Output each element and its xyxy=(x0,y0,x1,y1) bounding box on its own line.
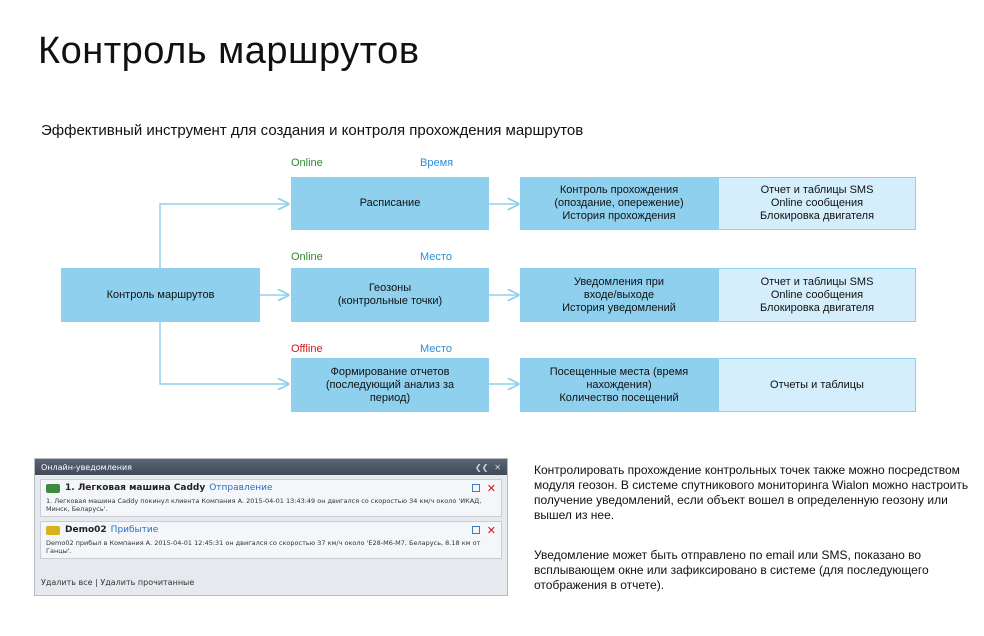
delete-icon[interactable]: ✕ xyxy=(487,483,496,494)
car-icon xyxy=(46,483,60,493)
row1-middle-label: Контроль прохождения (опоздание, опереже… xyxy=(554,184,684,222)
row1-right-box: Отчет и таблицы SMS Online сообщения Бло… xyxy=(718,177,916,230)
page-subtitle: Эффективный инструмент для создания и ко… xyxy=(41,122,584,139)
row1-kind-tag: Время xyxy=(420,157,454,169)
row2-box: Геозоны (контрольные точки) xyxy=(291,268,489,322)
row1-mode-tag: Online xyxy=(291,157,323,169)
row2-mode-tag: Online xyxy=(291,251,323,263)
row2-middle-label: Уведомления при входе/выходе История уве… xyxy=(562,275,676,314)
mark-read-icon[interactable] xyxy=(471,526,480,534)
row2-kind-tag: Место xyxy=(420,251,452,263)
row1-label: Расписание xyxy=(359,197,421,209)
notification-type[interactable]: Отправление xyxy=(209,483,272,493)
root-box: Контроль маршрутов xyxy=(61,268,260,322)
row3-right-label: Отчеты и таблицы xyxy=(770,378,864,391)
row3-right-box: Отчеты и таблицы xyxy=(718,358,916,412)
row3-middle-label: Посещенные места (время нахождения) Коли… xyxy=(549,365,689,404)
panel-footer-actions[interactable]: Удалить все | Удалить прочитанные xyxy=(41,578,194,587)
notification-item[interactable]: 1. Легковая машина Caddy Отправление ✕ 1… xyxy=(40,479,502,517)
connector-root-reports xyxy=(159,322,288,384)
connector-root-schedule xyxy=(159,204,288,268)
description-paragraph-1: Контролировать прохождение контрольных т… xyxy=(534,463,969,522)
collapse-icon[interactable]: ❮❮ xyxy=(475,463,488,472)
notifications-panel: Онлайн-уведомления ❮❮ ✕ 1. Легковая маши… xyxy=(34,458,508,596)
row3-mode-tag: Offline xyxy=(291,343,323,355)
notification-item[interactable]: Demo02 Прибытие ✕ Demo02 прибыл в Компан… xyxy=(40,521,502,559)
row3-box: Формирование отчетов (последующий анализ… xyxy=(291,358,489,412)
delete-icon[interactable]: ✕ xyxy=(487,525,496,536)
row2-right-box: Отчет и таблицы SMS Online сообщения Бло… xyxy=(718,268,916,322)
row1-middle-box: Контроль прохождения (опоздание, опереже… xyxy=(520,177,718,230)
panel-header: Онлайн-уведомления ❮❮ ✕ xyxy=(35,459,507,475)
notification-unit-name: 1. Легковая машина Caddy xyxy=(65,483,206,493)
panel-title: Онлайн-уведомления xyxy=(41,462,132,472)
row3-kind-tag: Место xyxy=(420,343,452,355)
description-paragraph-2: Уведомление может быть отправлено по ema… xyxy=(534,548,929,592)
notification-text: Demo02 прибыл в Компания А. 2015-04-01 1… xyxy=(46,539,481,555)
row1-right-label: Отчет и таблицы SMS Online сообщения Бло… xyxy=(759,184,875,222)
row3-label: Формирование отчетов (последующий анализ… xyxy=(325,365,455,404)
close-panel-icon[interactable]: ✕ xyxy=(494,463,501,472)
mark-read-icon[interactable] xyxy=(471,484,480,492)
notification-unit-name: Demo02 xyxy=(65,525,107,535)
row2-middle-box: Уведомления при входе/выходе История уве… xyxy=(520,268,718,322)
row3-middle-box: Посещенные места (время нахождения) Коли… xyxy=(520,358,718,412)
row2-label: Геозоны (контрольные точки) xyxy=(337,282,443,307)
car-icon xyxy=(46,525,60,535)
row1-box: Расписание xyxy=(291,177,489,230)
root-label: Контроль маршрутов xyxy=(106,288,215,301)
page-title: Контроль маршрутов xyxy=(38,30,420,72)
row2-right-label: Отчет и таблицы SMS Online сообщения Бло… xyxy=(759,275,875,314)
notification-text: 1. Легковая машина Caddy покинул клиента… xyxy=(46,497,482,513)
notification-type[interactable]: Прибытие xyxy=(111,525,159,535)
